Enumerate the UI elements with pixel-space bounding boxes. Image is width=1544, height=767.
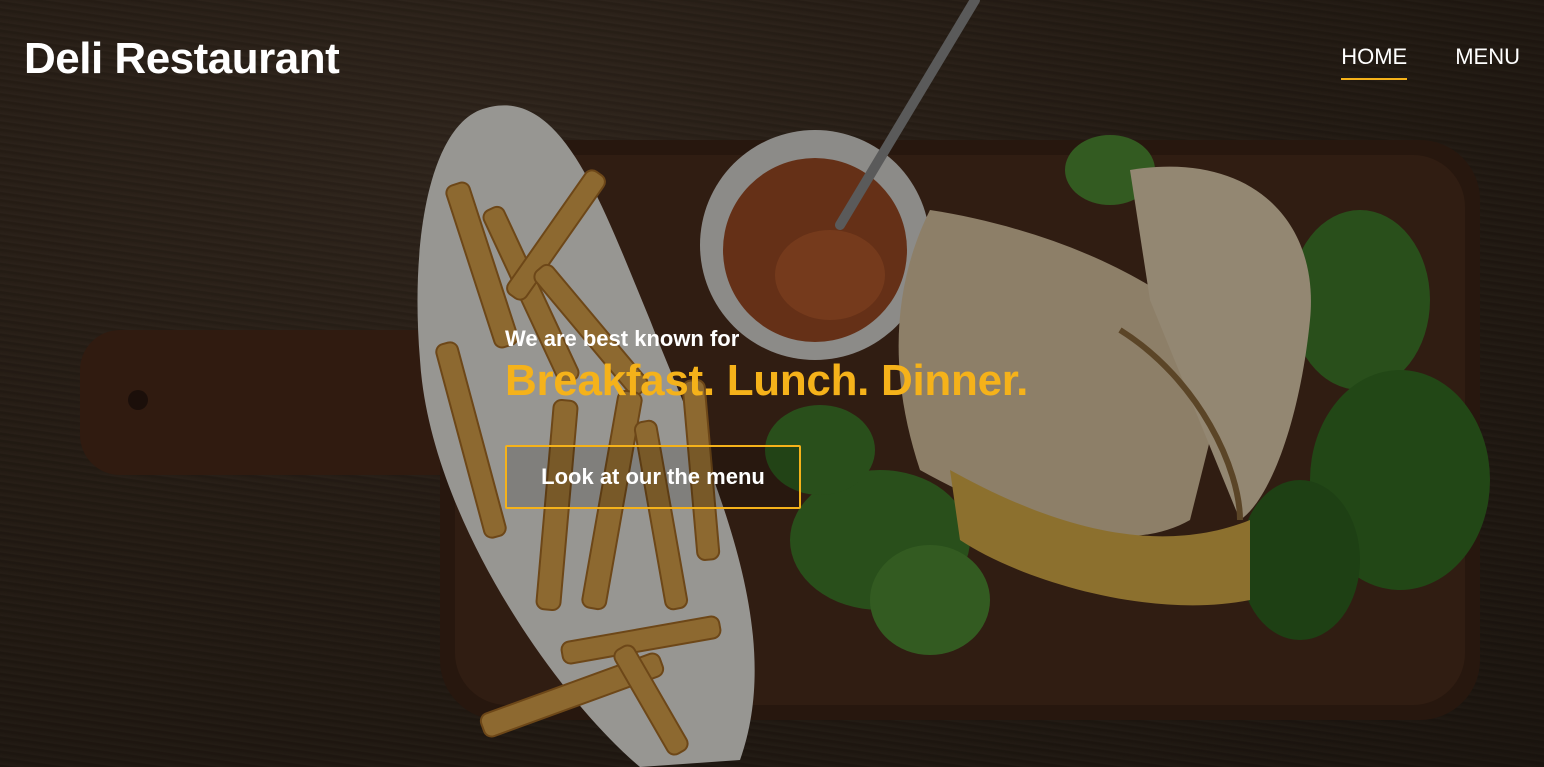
hero-tagline: We are best known for <box>505 326 740 351</box>
hero-section: Deli Restaurant HOME MENU We are best kn… <box>0 0 1544 767</box>
brand-logo[interactable]: Deli Restaurant <box>24 34 340 84</box>
hero-headline: Breakfast. Lunch. Dinner. <box>505 356 1029 405</box>
hero-copy: We are best known for Breakfast. Lunch. … <box>505 326 1028 406</box>
nav-home-link[interactable]: HOME <box>1341 44 1408 80</box>
nav-menu-link[interactable]: MENU <box>1455 44 1520 80</box>
view-menu-button[interactable]: Look at our the menu <box>505 445 801 509</box>
main-nav: HOME MENU <box>1341 44 1520 80</box>
